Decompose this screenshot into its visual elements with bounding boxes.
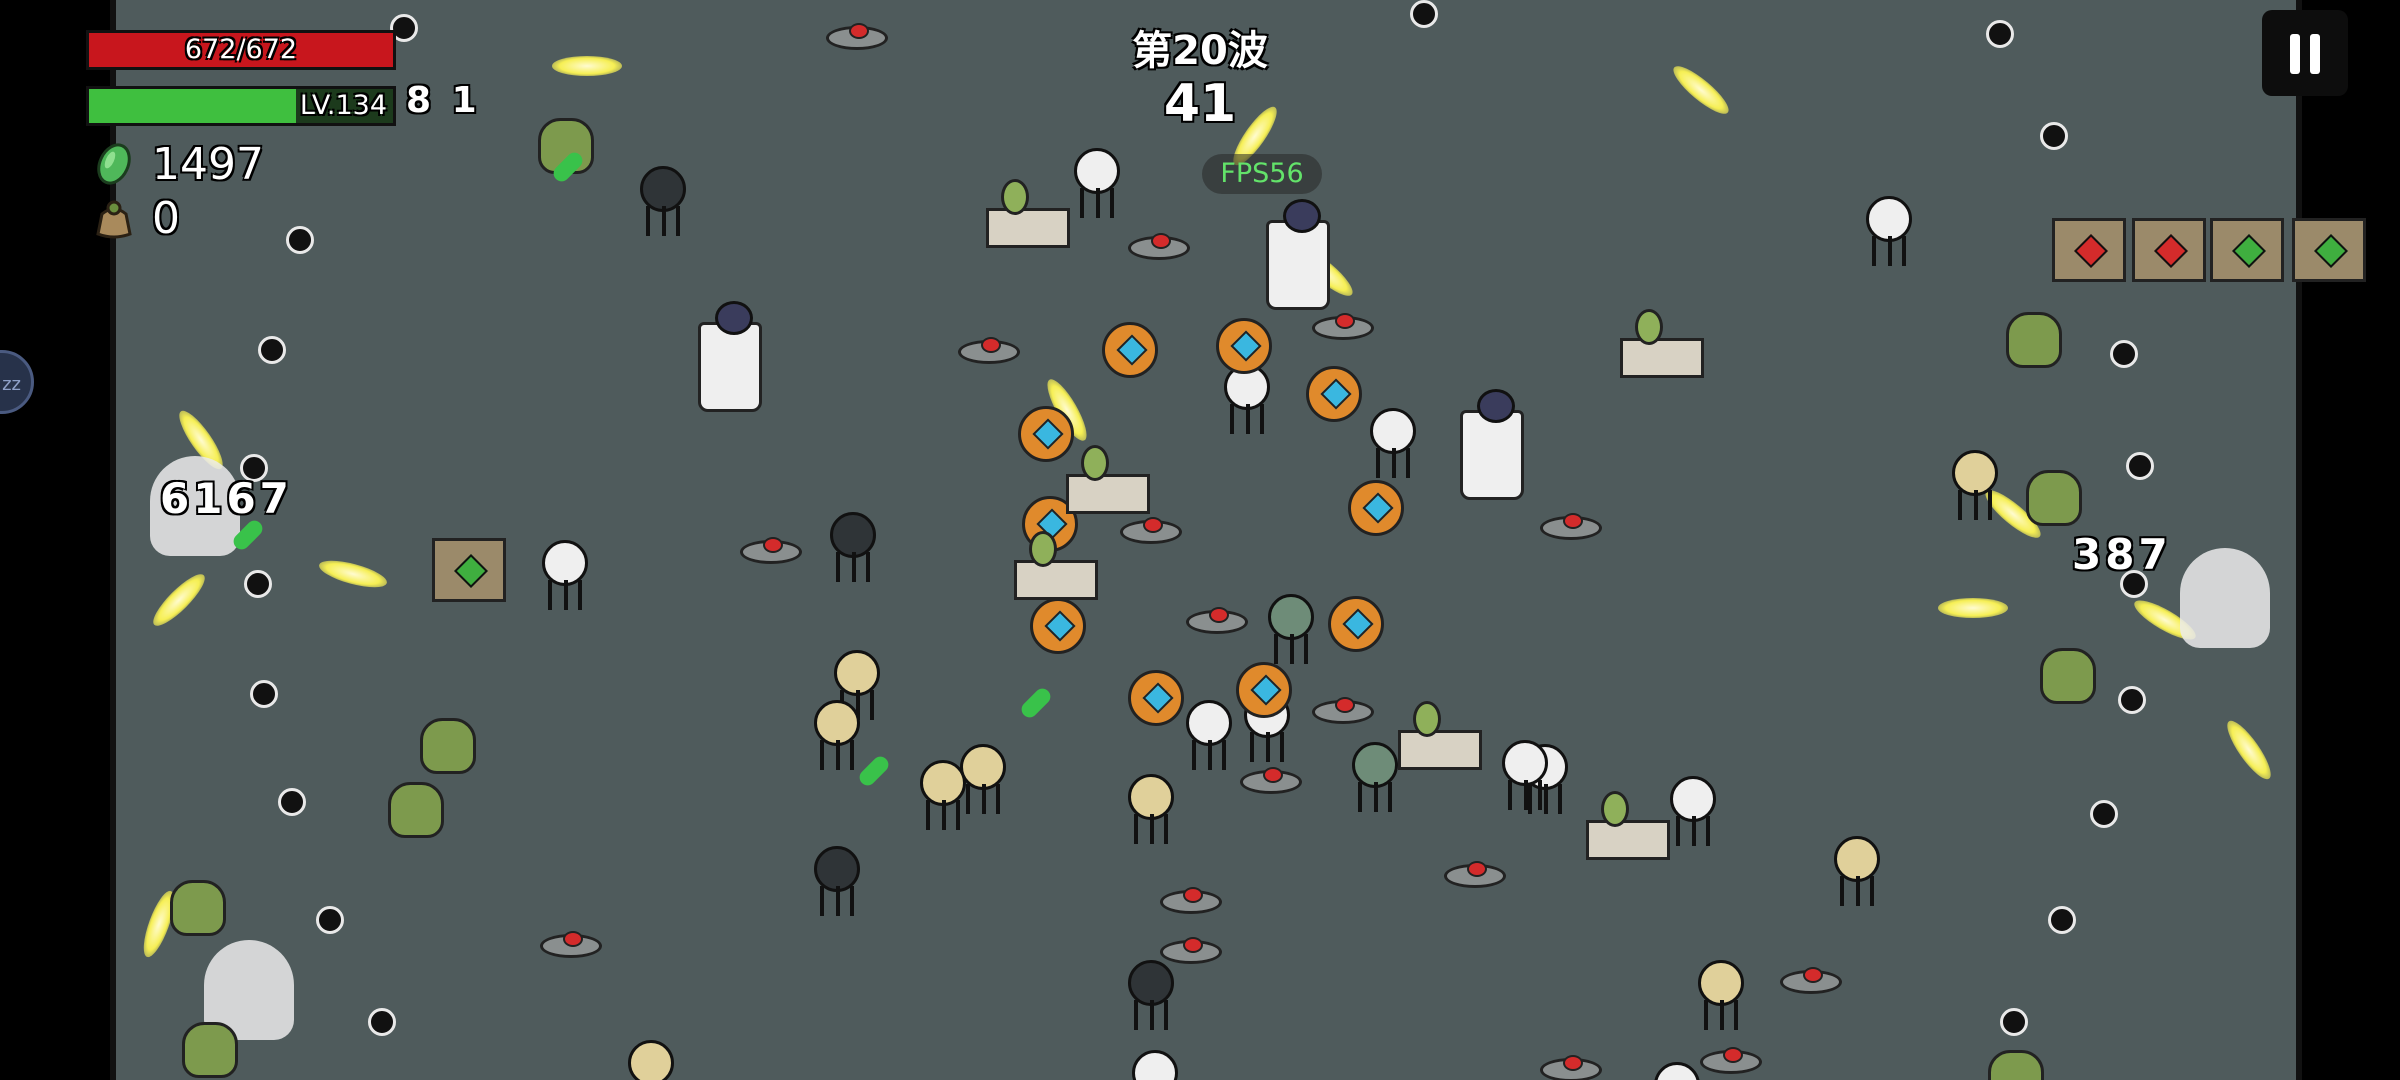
drone-sprite (1306, 366, 1362, 422)
walker-robot-sprite (1366, 408, 1420, 480)
plant-monster-sprite (2040, 648, 2096, 704)
planter-sprite (1398, 701, 1482, 770)
orb-sprite (2000, 1008, 2028, 1036)
walker-robot-sprite (810, 700, 864, 772)
drone-sprite (1018, 406, 1074, 462)
drone-sprite (1328, 596, 1384, 652)
walker-robot-sprite (1128, 1050, 1182, 1080)
drone-sprite (1102, 322, 1158, 378)
planter-sprite (986, 179, 1070, 248)
planter-sprite (1586, 791, 1670, 860)
crate-sprite (2292, 218, 2366, 282)
mine-sprite (1700, 1047, 1762, 1074)
plant-monster-sprite (2026, 470, 2082, 526)
orb-sprite (2118, 686, 2146, 714)
walker-robot-sprite (538, 540, 592, 612)
mine-sprite (1186, 607, 1248, 634)
damage-number: 387 (2072, 530, 2172, 579)
mine-sprite (1312, 697, 1374, 724)
orb-sprite (2110, 340, 2138, 368)
damage-number: 6167 (160, 474, 293, 523)
walker-robot-sprite (1182, 700, 1236, 772)
mine-sprite (1120, 517, 1182, 544)
plant-monster-sprite (420, 718, 476, 774)
green-gem-icon (92, 142, 136, 186)
side-tab[interactable]: zz (0, 350, 34, 414)
orb-sprite (244, 570, 272, 598)
mine-sprite (1128, 233, 1190, 260)
mine-sprite (540, 931, 602, 958)
gem-counter: 1497 (92, 136, 264, 192)
crate-sprite (432, 538, 506, 602)
walker-robot-sprite (810, 846, 864, 918)
ghost-sprite (2180, 548, 2270, 648)
loot-bag-icon (92, 196, 136, 240)
pause-button[interactable] (2262, 10, 2348, 96)
crate-sprite (2210, 218, 2284, 282)
walker-robot-sprite (1862, 196, 1916, 268)
walker-robot-sprite (826, 512, 880, 584)
orb-sprite (2126, 452, 2154, 480)
walker-robot-sprite (1830, 836, 1884, 908)
bag-count: 0 (152, 192, 180, 244)
walker-robot-sprite (1264, 594, 1318, 666)
plant-monster-sprite (2006, 312, 2062, 368)
plant-monster-sprite (1988, 1050, 2044, 1080)
walker-robot-sprite (636, 166, 690, 238)
walker-robot-sprite (1650, 1062, 1704, 1080)
drone-sprite (1236, 662, 1292, 718)
plant-monster-sprite (170, 880, 226, 936)
walker-robot-sprite (1348, 742, 1402, 814)
drone-sprite (1216, 318, 1272, 374)
wave-timer: 41 (1163, 74, 1237, 134)
walker-robot-sprite (1498, 740, 1552, 812)
planter-sprite (1066, 445, 1150, 514)
projectile-sprite (1938, 598, 2008, 618)
planter-sprite (1620, 309, 1704, 378)
walker-robot-sprite (1124, 774, 1178, 846)
game-screen: 6167 387 8 1 672/672 LV.134 1497 0 第20波 … (0, 0, 2400, 1080)
totem-sprite (698, 301, 762, 412)
mine-sprite (958, 337, 1020, 364)
orb-sprite (278, 788, 306, 816)
gem-count: 1497 (152, 138, 264, 190)
crate-sprite (2132, 218, 2206, 282)
walker-robot-sprite (1220, 364, 1274, 436)
orb-sprite (2090, 800, 2118, 828)
mine-sprite (1540, 1055, 1602, 1080)
drone-sprite (1348, 480, 1404, 536)
mine-sprite (1312, 313, 1374, 340)
orb-sprite (316, 906, 344, 934)
mine-sprite (1444, 861, 1506, 888)
plant-monster-sprite (388, 782, 444, 838)
walker-robot-sprite (1666, 776, 1720, 848)
walker-robot-sprite (624, 1040, 678, 1080)
orb-sprite (2048, 906, 2076, 934)
bag-counter: 0 (92, 190, 180, 246)
wave-label: 第20波 (1132, 28, 1268, 74)
drone-sprite (1030, 598, 1086, 654)
drone-sprite (1128, 670, 1184, 726)
walker-robot-sprite (1070, 148, 1124, 220)
planter-sprite (1014, 531, 1098, 600)
totem-sprite (1266, 199, 1330, 310)
orb-sprite (368, 1008, 396, 1036)
mine-sprite (1540, 513, 1602, 540)
fps-counter: FPS56 (1202, 154, 1322, 194)
walker-robot-sprite (1694, 960, 1748, 1032)
mine-sprite (1160, 887, 1222, 914)
totem-sprite (1460, 389, 1524, 500)
mine-sprite (1240, 767, 1302, 794)
plant-monster-sprite (182, 1022, 238, 1078)
walker-robot-sprite (956, 744, 1010, 816)
walker-robot-sprite (1948, 450, 2002, 522)
mine-sprite (1780, 967, 1842, 994)
walker-robot-sprite (1124, 960, 1178, 1032)
mine-sprite (740, 537, 802, 564)
orb-sprite (286, 226, 314, 254)
crate-sprite (2052, 218, 2126, 282)
orb-sprite (250, 680, 278, 708)
orb-sprite (258, 336, 286, 364)
